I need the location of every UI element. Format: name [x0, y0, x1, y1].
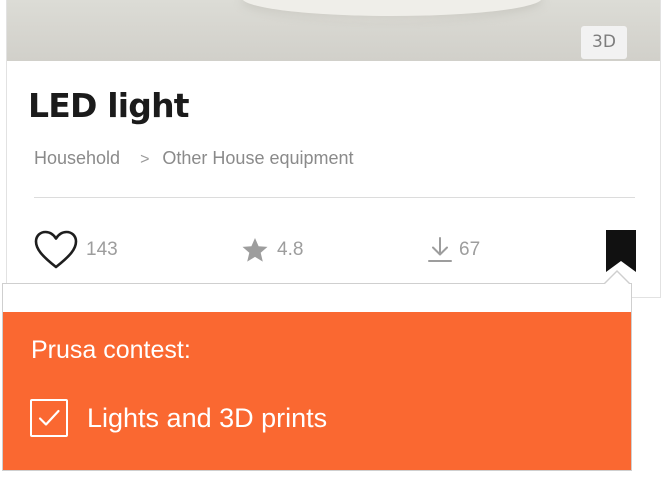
breadcrumb-subcategory[interactable]: Other House equipment [162, 148, 353, 169]
downloads-count: 67 [459, 239, 481, 260]
breadcrumb-separator: > [140, 151, 150, 168]
bookmark-button[interactable] [605, 229, 637, 273]
model-title[interactable]: LED light [28, 86, 190, 125]
model-card: 3D LED light Household > Other House equip… [6, 0, 661, 298]
checkmark-icon [38, 409, 60, 426]
popover-arrow-fill [605, 272, 629, 284]
contest-option-label[interactable]: Lights and 3D prints [87, 403, 327, 434]
bookmark-icon[interactable] [605, 229, 637, 273]
page: 3D LED light Household > Other House equip… [0, 0, 670, 484]
lamp-image [242, 0, 542, 16]
contest-option[interactable]: Lights and 3D prints [30, 397, 327, 439]
divider [34, 197, 635, 198]
download-button[interactable]: 67 [427, 228, 480, 272]
download-icon[interactable] [427, 236, 453, 264]
breadcrumb: Household > Other House equipment [34, 148, 354, 169]
likes-count: 143 [86, 239, 118, 260]
breadcrumb-category[interactable]: Household [34, 148, 120, 169]
rating: 4.8 [241, 228, 303, 272]
3d-badge[interactable]: 3D [581, 26, 627, 59]
contest-checkbox[interactable] [30, 399, 68, 437]
heart-icon[interactable] [34, 230, 78, 270]
model-photo[interactable] [7, 0, 660, 61]
star-icon [241, 237, 269, 263]
rating-value: 4.8 [277, 239, 304, 260]
contest-heading: Prusa contest: [31, 336, 191, 364]
like-button[interactable]: 143 [34, 228, 118, 272]
contest-panel: Prusa contest: Lights and 3D prints [3, 312, 631, 470]
